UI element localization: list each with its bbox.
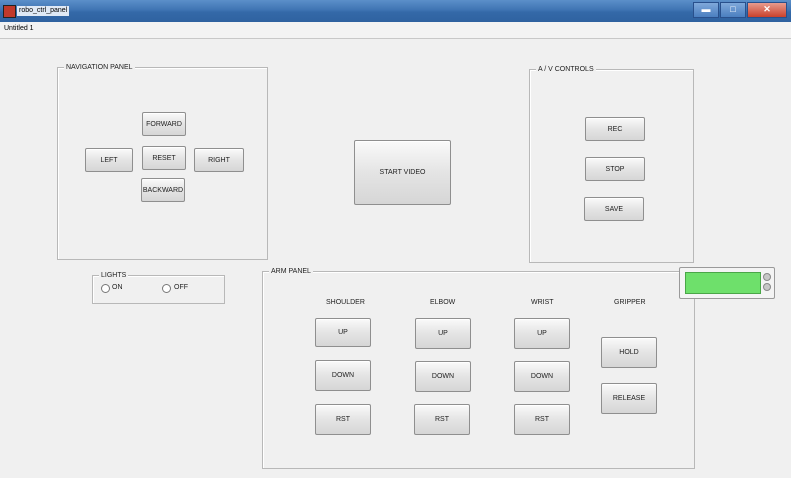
navigation-panel-title: NAVIGATION PANEL: [64, 63, 135, 72]
forward-button[interactable]: FORWARD: [142, 112, 186, 136]
shoulder-label: SHOULDER: [326, 299, 365, 306]
elbow-down-button[interactable]: DOWN: [415, 361, 471, 392]
elbow-up-button[interactable]: UP: [415, 318, 471, 349]
status-indicator: [685, 272, 761, 294]
gripper-label: GRIPPER: [614, 299, 646, 306]
wrist-label: WRIST: [531, 299, 554, 306]
start-video-button[interactable]: START VIDEO: [354, 140, 451, 205]
reset-button[interactable]: RESET: [142, 146, 186, 170]
rec-button[interactable]: REC: [585, 117, 645, 141]
close-button[interactable]: ✕: [747, 2, 787, 18]
matlab-app-icon: [3, 5, 16, 18]
window-title: robo_ctrl_panel: [17, 6, 70, 16]
shoulder-down-button[interactable]: DOWN: [315, 360, 371, 391]
maximize-button[interactable]: □: [720, 2, 746, 18]
document-bar: Untitled 1: [0, 22, 791, 39]
av-controls-title: A / V CONTROLS: [536, 65, 596, 74]
lights-off-radio[interactable]: [162, 284, 171, 293]
wrist-rst-button[interactable]: RST: [514, 404, 570, 435]
backward-button[interactable]: BACKWARD: [141, 178, 185, 202]
status-down-icon[interactable]: [763, 283, 771, 291]
lights-title: LIGHTS: [99, 271, 129, 280]
arm-panel-title: ARM PANEL: [269, 267, 313, 276]
gripper-release-button[interactable]: RELEASE: [601, 383, 657, 414]
save-button[interactable]: SAVE: [584, 197, 644, 221]
wrist-down-button[interactable]: DOWN: [514, 361, 570, 392]
lights-on-label: ON: [112, 284, 123, 291]
minimize-button[interactable]: ▬: [693, 2, 719, 18]
status-indicator-panel: [679, 267, 775, 299]
shoulder-up-button[interactable]: UP: [315, 318, 371, 347]
window-controls: ▬ □ ✕: [692, 2, 787, 18]
window-titlebar[interactable]: robo_ctrl_panel ▬ □ ✕: [0, 0, 791, 23]
left-button[interactable]: LEFT: [85, 148, 133, 172]
elbow-label: ELBOW: [430, 299, 456, 306]
shoulder-rst-button[interactable]: RST: [315, 404, 371, 435]
gripper-hold-button[interactable]: HOLD: [601, 337, 657, 368]
lights-on-radio[interactable]: [101, 284, 110, 293]
document-tab[interactable]: Untitled 1: [4, 25, 34, 32]
wrist-up-button[interactable]: UP: [514, 318, 570, 349]
right-button[interactable]: RIGHT: [194, 148, 244, 172]
stop-button[interactable]: STOP: [585, 157, 645, 181]
lights-off-label: OFF: [174, 284, 188, 291]
elbow-rst-button[interactable]: RST: [414, 404, 470, 435]
status-up-icon[interactable]: [763, 273, 771, 281]
